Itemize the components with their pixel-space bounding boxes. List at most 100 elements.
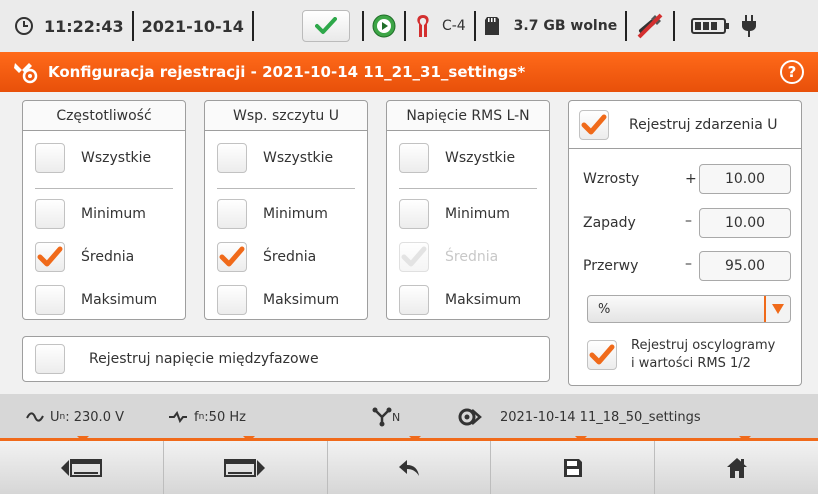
checkbox[interactable] [35, 242, 65, 272]
help-icon[interactable]: ? [780, 60, 804, 84]
separator [361, 11, 364, 41]
unit-select[interactable]: % [587, 295, 791, 323]
check-icon [37, 246, 63, 267]
check-icon [219, 246, 245, 267]
interruptions-value-field[interactable]: 95.00 [699, 251, 791, 281]
help-symbol: ? [787, 63, 797, 81]
interruptions-label: Przerwy [583, 258, 639, 274]
memory-card-icon [484, 16, 500, 36]
status-bar: 11:22:43 2021-10-14 C-4 3.7 GB wolne [0, 0, 818, 52]
divider [399, 188, 537, 189]
separator [251, 11, 254, 41]
settings-file-name: 2021-10-14 11_18_50_settings [500, 409, 701, 425]
title-bar: Konfiguracja rejestracji - 2021-10-14 11… [0, 52, 818, 92]
network-type: N [372, 394, 400, 440]
next-screen-button[interactable] [164, 441, 328, 494]
power-plug-icon [741, 14, 757, 38]
battery-icon [691, 16, 731, 36]
checkbox[interactable] [35, 344, 65, 374]
dips-sign: – [685, 213, 692, 229]
checkbox[interactable] [217, 199, 247, 229]
checkbox-row-all[interactable]: Wszystkie [35, 143, 151, 173]
back-button[interactable] [328, 441, 492, 494]
oscillogram-label-line2: i wartości RMS 1/2 [631, 356, 751, 371]
checkbox[interactable] [35, 199, 65, 229]
group-header: Częstotliwość [23, 101, 185, 131]
confirm-check-button[interactable] [301, 10, 350, 42]
checkbox[interactable] [579, 109, 609, 140]
group-header: Wsp. szczytu U [205, 101, 367, 131]
checkbox-row-maximum[interactable]: Maksimum [399, 285, 521, 315]
checkbox-row-maximum[interactable]: Maksimum [35, 285, 157, 315]
checkbox[interactable] [35, 143, 65, 173]
checkbox[interactable] [217, 285, 247, 315]
checkbox[interactable] [399, 143, 429, 173]
home-icon [726, 457, 748, 479]
checkbox[interactable] [217, 242, 247, 272]
dips-value-field[interactable]: 10.00 [699, 208, 791, 238]
checkbox-label: Wszystkie [445, 150, 516, 166]
checkbox-row-all[interactable]: Wszystkie [399, 143, 515, 173]
checkbox-label: Rejestruj napięcie międzyfazowe [89, 351, 319, 367]
checkbox-label: Średnia [81, 249, 135, 265]
rms-voltage-group: Napięcie RMS L-N Wszystkie Minimum Średn… [386, 100, 550, 320]
checkbox-row-all[interactable]: Wszystkie [217, 143, 333, 173]
voltage-value: : 230.0 V [65, 409, 124, 425]
divider [35, 188, 173, 189]
group-header: Napięcie RMS L-N [387, 101, 549, 131]
checkbox-row-interphase[interactable]: Rejestruj napięcie międzyfazowe [35, 344, 319, 374]
info-bar: Un: 230.0 V f n:50 Hz N 2021-10-14 11_18_… [0, 394, 818, 440]
recording-status-icon [372, 14, 396, 38]
save-button[interactable] [491, 441, 656, 494]
checkbox[interactable] [399, 285, 429, 315]
check-icon [401, 246, 427, 267]
home-button[interactable] [655, 441, 818, 494]
bottom-toolbar [0, 441, 818, 494]
clock-icon [14, 16, 34, 36]
page-title: Konfiguracja rejestracji - 2021-10-14 11… [48, 63, 526, 81]
checkbox-label: Średnia [263, 249, 317, 265]
crest-factor-group: Wsp. szczytu U Wszystkie Minimum Średnia… [204, 100, 368, 320]
checkbox[interactable] [587, 340, 617, 370]
settings-tools-icon [12, 59, 40, 85]
oscillogram-label: Rejestruj oscylogramy i wartości RMS 1/2 [631, 337, 775, 373]
checkbox-row-minimum[interactable]: Minimum [35, 199, 146, 229]
checkbox-label: Wszystkie [81, 150, 152, 166]
events-header[interactable]: Rejestruj zdarzenia U [569, 101, 801, 149]
status-time: 11:22:43 [44, 16, 124, 36]
checkbox[interactable] [217, 143, 247, 173]
settings-file-info: 2021-10-14 11_18_50_settings [458, 394, 701, 440]
checkbox-label: Minimum [445, 206, 510, 222]
checkbox-row-average[interactable]: Średnia [217, 242, 316, 272]
separator [625, 11, 628, 41]
checkbox-row-average: Średnia [399, 242, 498, 272]
checkbox-row-maximum[interactable]: Maksimum [217, 285, 339, 315]
checkbox[interactable] [399, 199, 429, 229]
checkbox-label: Maksimum [445, 292, 522, 308]
voltage-events-panel: Rejestruj zdarzenia U Wzrosty + 10.00 Za… [568, 100, 802, 386]
dips-label: Zapady [583, 215, 636, 231]
settings-file-icon [458, 406, 482, 428]
nominal-voltage: Un: 230.0 V [26, 394, 124, 440]
separator [473, 11, 476, 41]
dropdown-arrow-icon[interactable] [764, 296, 790, 322]
checkbox-row-minimum[interactable]: Minimum [399, 199, 510, 229]
oscillogram-label-line1: Rejestruj oscylogramy [631, 338, 776, 353]
checkbox-label: Minimum [263, 206, 328, 222]
interphase-voltage-box: Rejestruj napięcie międzyfazowe [22, 336, 550, 382]
checkbox-label: Maksimum [81, 292, 158, 308]
save-icon [563, 458, 583, 478]
check-icon [581, 114, 607, 134]
checkbox[interactable] [35, 285, 65, 315]
checkbox-label: Minimum [81, 206, 146, 222]
previous-screen-button[interactable] [0, 441, 164, 494]
checkbox-label: Maksimum [263, 292, 340, 308]
events-header-label: Rejestruj zdarzenia U [629, 116, 778, 133]
checkbox [399, 242, 429, 272]
checkbox-row-average[interactable]: Średnia [35, 242, 134, 272]
swells-value-field[interactable]: 10.00 [699, 164, 791, 194]
channel-label: C-4 [441, 18, 466, 34]
checkbox-label: Wszystkie [263, 150, 334, 166]
oscillogram-row[interactable]: Rejestruj oscylogramy i wartości RMS 1/2 [587, 337, 775, 373]
checkbox-row-minimum[interactable]: Minimum [217, 199, 328, 229]
